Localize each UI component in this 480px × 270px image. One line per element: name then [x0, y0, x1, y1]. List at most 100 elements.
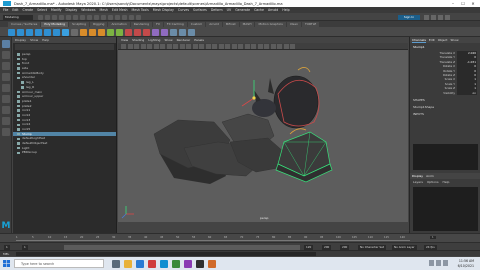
edge-browser-icon[interactable] — [136, 259, 144, 268]
current-frame-field[interactable]: 1 — [430, 236, 436, 239]
gate-mask-icon[interactable] — [166, 44, 172, 49]
file-explorer-icon[interactable] — [124, 259, 132, 268]
outliner-item[interactable]: PBRGroup — [13, 150, 116, 155]
four-view-layout-icon[interactable] — [2, 117, 10, 125]
anim-layer-dropdown[interactable]: No Anim Layer — [392, 244, 417, 250]
terminal-app-icon[interactable] — [196, 259, 204, 268]
separate-icon[interactable] — [89, 28, 96, 36]
playback-end-field[interactable]: 120 — [304, 244, 314, 250]
shape-name[interactable]: Stump1Shape — [410, 102, 480, 109]
save-scene-icon[interactable] — [52, 14, 57, 20]
windows-start-icon[interactable] — [3, 260, 10, 267]
single-layout-icon[interactable] — [2, 106, 10, 114]
armadillo-head[interactable] — [252, 99, 276, 117]
menu-mesh-display[interactable]: Mesh Display — [153, 8, 174, 12]
range-bar[interactable] — [64, 244, 300, 250]
channel-box-tab-channels[interactable]: Channels — [412, 38, 426, 43]
outliner-search-input[interactable] — [15, 44, 114, 50]
attribute-value[interactable]: on — [457, 90, 477, 95]
snap-grid-icon[interactable] — [94, 14, 99, 20]
film-gate-icon[interactable] — [153, 44, 159, 49]
bookmark-icon[interactable] — [134, 44, 139, 49]
render-icon[interactable] — [122, 14, 127, 20]
fps-dropdown[interactable]: 24 fps — [424, 244, 437, 250]
menu-create[interactable]: Create — [23, 8, 34, 12]
attribute-editor-icon[interactable] — [431, 14, 436, 20]
menu-select[interactable]: Select — [37, 8, 47, 12]
menu-cache[interactable]: Cache — [254, 8, 264, 12]
safe-title-icon[interactable] — [186, 44, 191, 49]
spreadsheet-app-icon[interactable] — [172, 259, 180, 268]
menu-generate[interactable]: Generate — [235, 8, 250, 12]
channel-box-tab-object[interactable]: Object — [438, 38, 448, 42]
scale-tool-icon[interactable] — [2, 95, 10, 103]
render-settings-icon[interactable] — [136, 14, 141, 20]
wireframe-icon[interactable] — [192, 44, 198, 49]
new-scene-icon[interactable] — [38, 14, 43, 20]
menu-curves[interactable]: Curves — [178, 8, 189, 12]
planar-uv-icon[interactable] — [188, 28, 195, 36]
paint-select-icon[interactable] — [2, 62, 10, 70]
isolate-select-icon[interactable] — [251, 44, 256, 49]
chrome-browser-icon[interactable] — [148, 259, 156, 268]
playback-start-field[interactable]: 1 — [22, 244, 28, 250]
channel-box-tab-show[interactable]: Show — [450, 38, 458, 42]
bridge-icon[interactable] — [134, 28, 141, 36]
transform-gizmo-x[interactable] — [241, 97, 255, 107]
attribute-row[interactable]: Visibility on — [410, 90, 480, 95]
poly-cone-icon[interactable] — [35, 28, 42, 36]
layer-menu-layers[interactable]: Layers — [413, 180, 423, 184]
layer-tab-display[interactable]: Display — [412, 174, 423, 178]
layer-menu-options[interactable]: Options — [427, 180, 439, 184]
persp-outliner-layout-icon[interactable] — [2, 128, 10, 136]
multi-cut-icon[interactable] — [152, 28, 159, 36]
sign-in-button[interactable]: Sign In — [398, 14, 420, 20]
poly-cylinder-icon[interactable] — [26, 28, 33, 36]
menu-deform[interactable]: Deform — [211, 8, 223, 12]
layer-tab-anim[interactable]: Anim — [426, 174, 434, 178]
time-slider-track[interactable] — [16, 236, 410, 241]
viewport-menu-lighting[interactable]: Lighting — [148, 38, 160, 42]
camera-lock-icon[interactable] — [127, 44, 133, 49]
taskbar-clock[interactable]: 11:56 AM 6/10/2021 — [458, 259, 474, 269]
textured-icon[interactable] — [212, 44, 217, 49]
shadows-icon[interactable] — [225, 44, 230, 49]
select-component-icon[interactable] — [87, 14, 92, 20]
combine-icon[interactable] — [80, 28, 87, 36]
command-input[interactable] — [16, 252, 316, 256]
auto-uv-icon[interactable] — [179, 28, 186, 36]
lasso-tool-icon[interactable] — [2, 51, 10, 59]
maximize-button[interactable]: ☐ — [458, 0, 468, 7]
time-slider[interactable]: 1 5 10 15 20 25 30 35 40 45 50 55 60 65 … — [0, 233, 480, 242]
menu-surfaces[interactable]: Surfaces — [193, 8, 207, 12]
viewport-menu-panels[interactable]: Panels — [194, 38, 204, 42]
select-hierarchy-icon[interactable] — [73, 14, 78, 20]
wireframe-on-shaded-icon[interactable] — [205, 44, 211, 49]
open-scene-icon[interactable] — [45, 14, 50, 20]
menu-help[interactable]: Help — [282, 8, 289, 12]
field-chart-icon[interactable] — [173, 44, 178, 49]
mirror-icon[interactable] — [116, 28, 123, 36]
gamma-icon[interactable] — [283, 44, 289, 49]
viewport-menu-shading[interactable]: Shading — [132, 38, 144, 42]
layer-menu-help[interactable]: Help — [443, 180, 450, 184]
motion-blur-icon[interactable] — [238, 44, 243, 49]
target-weld-icon[interactable] — [161, 28, 168, 36]
poly-sphere-icon[interactable] — [8, 28, 15, 36]
xray-components-icon[interactable] — [270, 44, 276, 49]
safe-action-icon[interactable] — [179, 44, 185, 49]
outliner-menu-display[interactable]: Display — [15, 38, 26, 42]
character-set-dropdown[interactable]: No Character Set — [358, 244, 386, 250]
minimize-button[interactable]: – — [448, 0, 458, 7]
outliner-menu-help[interactable]: Help — [42, 38, 49, 42]
menu-set-dropdown[interactable]: Modeling — [3, 14, 33, 20]
snap-curve-icon[interactable] — [101, 14, 106, 20]
undo-icon[interactable] — [59, 14, 64, 20]
use-all-lights-icon[interactable] — [218, 44, 224, 49]
perspective-viewport[interactable]: persp — [118, 50, 408, 222]
viewport-menu-view[interactable]: View — [121, 38, 128, 42]
menu-mesh[interactable]: Mesh — [100, 8, 108, 12]
bevel-icon[interactable] — [143, 28, 150, 36]
menu-modify[interactable]: Modify — [51, 8, 62, 12]
resolution-gate-icon[interactable] — [160, 44, 165, 49]
